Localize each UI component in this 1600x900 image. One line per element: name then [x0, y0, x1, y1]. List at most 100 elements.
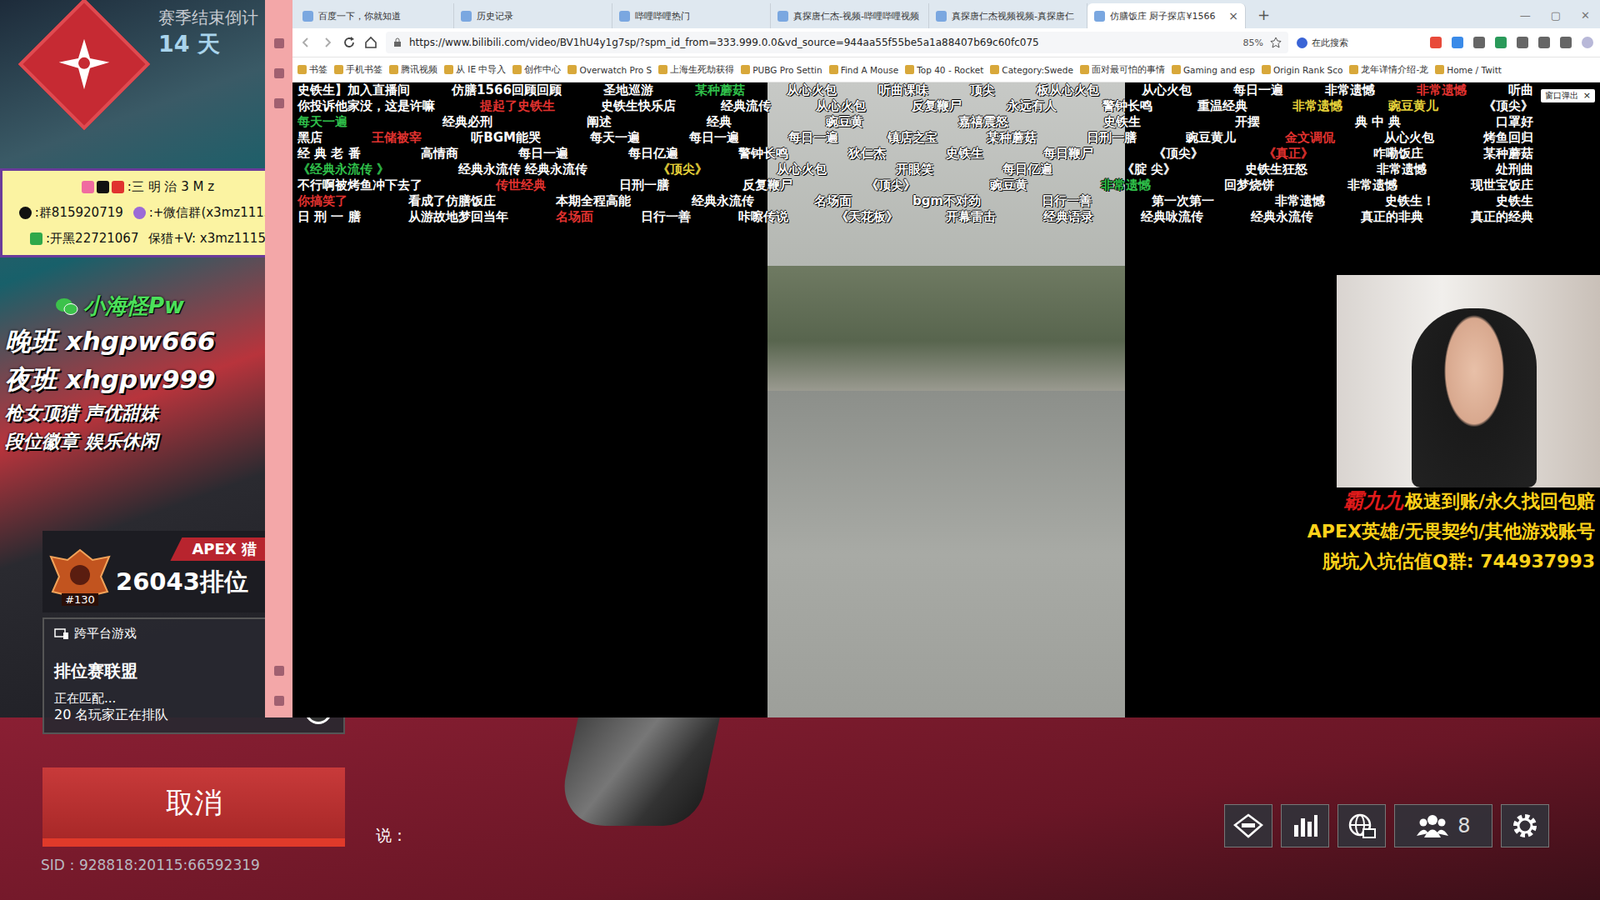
contact-item: :开黑22721067 [30, 230, 139, 247]
danmaku-comment: 史铁生 [1103, 114, 1141, 130]
bookmark[interactable]: PUBG Pro Settin [740, 65, 822, 75]
bookmark[interactable]: 手机书签 [334, 64, 383, 76]
danmaku-comment: 每日一遍 [788, 130, 839, 146]
danmaku-comment: 豌豆黄 [825, 114, 864, 130]
bookmark[interactable]: Top 40 - Rocket [905, 65, 984, 75]
window-control[interactable]: ✕ [1570, 9, 1600, 29]
extension-icon[interactable] [1430, 36, 1442, 49]
bookmark[interactable]: Category:Swede [990, 65, 1074, 75]
window-control[interactable]: — [1510, 9, 1541, 29]
danmaku-comment: 反复鞭尸 [911, 98, 962, 115]
rank-badge-icon: #130 [49, 548, 111, 606]
danmaku-comment: 经典 [706, 114, 732, 130]
bookmark[interactable]: 从 IE 中导入 [444, 64, 506, 76]
search-field[interactable]: 在此搜索 [1296, 36, 1422, 50]
danmaku-comment: 每日一遍 [1233, 82, 1284, 99]
danmaku-comment: 经典永流传 [1250, 209, 1314, 225]
browser-tab[interactable]: 哔哩哔哩热门 [612, 3, 771, 29]
danmaku-comment: 史铁生 [1495, 193, 1534, 210]
extension-icon[interactable] [1538, 36, 1550, 49]
bookmark-icon [1261, 65, 1271, 75]
favicon-icon [1094, 10, 1105, 22]
browser-tab[interactable]: 历史记录 [454, 3, 613, 29]
bookmark-icon [1171, 65, 1181, 75]
bookmark[interactable]: 书签 [297, 64, 328, 76]
popout-button[interactable]: 窗口弹出× [1540, 89, 1595, 103]
lobby-button[interactable] [1337, 804, 1386, 848]
profile-icon[interactable] [1581, 36, 1594, 49]
extension-icon[interactable] [1516, 36, 1529, 49]
extension-icon[interactable] [1495, 36, 1507, 49]
bookmark[interactable]: Gaming and esp [1171, 65, 1255, 75]
sidebar-icon[interactable] [274, 98, 285, 109]
lobby-toolbar: 8 [1224, 804, 1550, 848]
danmaku-comment: 名场面 [555, 209, 594, 225]
bookmark[interactable]: Overwatch Pro S [567, 65, 652, 75]
star-icon[interactable] [1270, 36, 1282, 49]
reload-icon[interactable] [342, 35, 356, 50]
forward-icon[interactable] [320, 35, 335, 50]
cancel-button[interactable]: 取消 [42, 767, 345, 847]
danmaku-comment: 从心火包 [776, 161, 827, 178]
bookmark-icon [740, 65, 750, 75]
danmaku-row: 史铁生】加入直播间仿膳1566回顾回顾圣地巡游某种蘑菇从心火包听曲课味顶尖板从心… [292, 82, 1600, 99]
danmaku-comment: 传世经典 [495, 177, 546, 194]
chat-prompt[interactable]: 说： [375, 825, 408, 847]
lobby-button[interactable] [1280, 804, 1330, 848]
lobby-button[interactable] [1500, 804, 1550, 848]
browser-tab[interactable]: 真探唐仁杰-视频-哔哩哔哩视频 [770, 3, 930, 29]
danmaku-comment: 经典永流传 经典永流传 [458, 161, 588, 178]
danmaku-layer: 史铁生】加入直播间仿膳1566回顾回顾圣地巡游某种蘑菇从心火包听曲课味顶尖板从心… [292, 82, 1600, 225]
danmaku-comment: 经典必刑 [442, 114, 493, 130]
danmaku-comment: 非常遗憾 [1416, 82, 1467, 99]
home-icon[interactable] [364, 35, 378, 50]
danmaku-comment: 史铁生！ [1385, 193, 1435, 210]
sidebar-icon[interactable] [274, 695, 285, 706]
globe-mail-icon [1346, 812, 1377, 840]
tab-close-button[interactable]: × [1228, 9, 1239, 23]
season-emblem [20, 0, 149, 129]
browser-tab[interactable]: 百度一下，你就知道 [295, 3, 455, 29]
danmaku-comment: 非常遗憾 [1325, 82, 1375, 99]
bookmark[interactable]: 龙年详情介绍-龙 [1349, 64, 1429, 76]
sidebar-icon[interactable] [274, 68, 285, 79]
danmaku-comment: 某种蘑菇 [986, 130, 1037, 146]
extension-icon[interactable] [1473, 36, 1485, 49]
window-control[interactable]: ▢ [1540, 9, 1571, 29]
crossplay-icon [54, 628, 70, 640]
url-field[interactable]: https://www.bilibili.com/video/BV1hU4y1g… [385, 31, 1289, 54]
bookmark[interactable]: Find A Mouse [829, 65, 899, 75]
browser-tab[interactable]: 仿膳饭庄 厨子探店¥1566× [1087, 3, 1246, 29]
danmaku-comment: 日刑一膳 [619, 177, 670, 194]
bookmark[interactable]: 面对最可怕的事情 [1080, 64, 1165, 76]
new-tab-button[interactable]: + [1245, 5, 1282, 29]
extension-icon[interactable] [1560, 36, 1572, 49]
sidebar-icon[interactable] [274, 38, 285, 49]
danmaku-comment: 听BGM能哭 [470, 130, 541, 146]
address-bar: https://www.bilibili.com/video/BV1hU4y1g… [292, 28, 1600, 58]
paw-icon [1296, 37, 1308, 49]
danmaku-comment: 你搞笑了 [297, 193, 348, 210]
bookmark[interactable]: 上海生死劫获得 [658, 64, 735, 76]
browser-tab[interactable]: 真探唐仁杰视频视频-真探唐仁 [929, 3, 1088, 29]
back-icon[interactable] [299, 35, 313, 50]
bookmark[interactable]: Home / Twitt [1435, 65, 1502, 75]
danmaku-row: 你搞笑了看成了仿膳饭庄本期全程高能经典永流传名场面bgm不对劲日行一善第一次第一… [292, 193, 1600, 210]
bookmark[interactable]: Origin Rank Sco [1261, 65, 1344, 75]
sidebar-icon[interactable] [274, 665, 285, 676]
lobby-button[interactable]: 8 [1394, 804, 1493, 848]
bookmark[interactable]: 创作中心 [512, 64, 561, 76]
danmaku-comment: 高情商 [420, 145, 459, 162]
favicon-icon [935, 10, 947, 22]
danmaku-comment: 《腚 尖》 [1121, 161, 1176, 178]
extension-icon[interactable] [1451, 36, 1464, 49]
lobby-button[interactable] [1224, 804, 1273, 848]
danmaku-comment: 本期全程高能 [555, 193, 631, 210]
bookmark[interactable]: 腾讯视频 [389, 64, 438, 76]
danmaku-comment: 《顶尖》 [657, 161, 708, 178]
danmaku-row: 不行啊被烤鱼冲下去了传世经典日刑一膳反复鞭尸《顶尖》豌豆黄非常遗憾回梦烧饼非常遗… [292, 177, 1600, 194]
extensions [1430, 36, 1594, 49]
danmaku-comment: 每天一遍 [590, 130, 640, 146]
danmaku-comment: 仿膳1566回顾回顾 [451, 82, 562, 99]
contact-box: :三 明 治 3 M z:群815920719:+微信群(x3mz1115):开… [0, 168, 291, 258]
